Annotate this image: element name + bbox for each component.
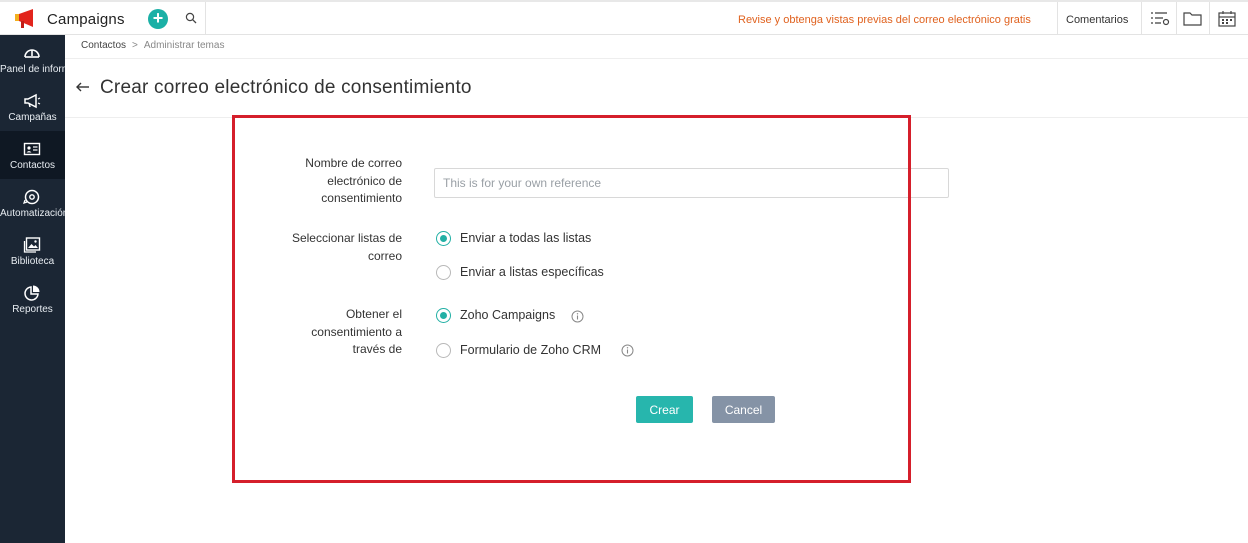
sidebar-item-label: Campañas (8, 112, 57, 123)
breadcrumb-item-contacts[interactable]: Contactos (81, 40, 126, 51)
sidebar-item-label: Panel de información (0, 64, 65, 75)
feedback-link[interactable]: Comentarios (1066, 14, 1128, 26)
promo-link[interactable]: Revise y obtenga vistas previas del corr… (738, 14, 1031, 26)
folder-icon[interactable] (1182, 9, 1204, 29)
breadcrumb: Contactos > Administrar temas (81, 40, 224, 51)
breadcrumb-item-manage-themes: Administrar temas (143, 40, 225, 51)
automation-icon (23, 189, 40, 205)
sidebar-item-automation[interactable]: Automatización (0, 179, 65, 227)
megaphone-logo-icon (14, 8, 38, 30)
sidebar-item-campaigns[interactable]: Campañas (0, 83, 65, 131)
search-icon (185, 12, 197, 24)
highlight-box (232, 115, 911, 483)
sidebar-item-library[interactable]: Biblioteca (0, 227, 65, 275)
sidebar-item-dashboard[interactable]: Panel de información (0, 35, 65, 83)
sidebar-item-label: Contactos (9, 160, 56, 171)
megaphone-icon (24, 93, 41, 109)
back-arrow-icon[interactable] (74, 78, 92, 96)
sidebar: Panel de información Campañas Contactos … (0, 35, 65, 543)
image-library-icon (23, 237, 41, 253)
sidebar-item-reports[interactable]: Reportes (0, 275, 65, 323)
sidebar-item-label: Reportes (12, 304, 53, 315)
sidebar-item-label: Automatización (0, 208, 65, 219)
top-bar: Campaigns + Revise y obtenga vistas prev… (0, 0, 1248, 35)
calendar-icon[interactable] (1217, 9, 1239, 29)
list-settings-icon[interactable] (1149, 9, 1171, 29)
add-icon[interactable]: + (148, 9, 168, 29)
sidebar-item-label: Biblioteca (10, 256, 55, 267)
divider (65, 58, 1248, 59)
breadcrumb-separator: > (132, 40, 138, 51)
page-title: Crear correo electrónico de consentimien… (100, 77, 472, 98)
sidebar-item-contacts[interactable]: Contactos (0, 131, 65, 179)
divider (1176, 2, 1177, 35)
app-name: Campaigns (47, 10, 125, 28)
divider (1141, 2, 1142, 35)
pie-chart-icon (24, 285, 40, 301)
divider (1209, 2, 1210, 35)
search-button[interactable] (176, 2, 206, 35)
contact-card-icon (23, 142, 41, 156)
divider (1057, 2, 1058, 35)
dashboard-icon (24, 49, 40, 58)
brand[interactable]: Campaigns (14, 7, 125, 31)
